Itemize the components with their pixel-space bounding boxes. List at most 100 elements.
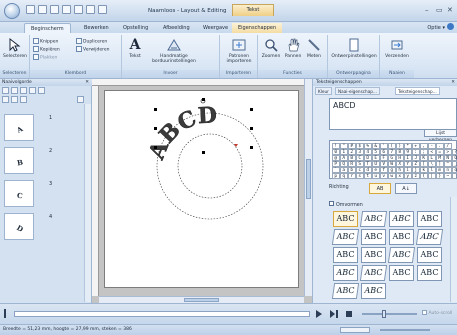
zoom-in-icon[interactable] [11, 87, 18, 94]
design-settings-button[interactable]: Ontwerpinstellingen [330, 37, 378, 59]
tab-opstelling[interactable]: Opstelling [117, 23, 154, 33]
tab-beginscherm[interactable]: Beginscherm [24, 23, 71, 33]
close-button[interactable]: ✕ [447, 6, 453, 14]
transform-checkbox-row[interactable]: Omvormen [329, 201, 363, 210]
customize-quickaccess-icon[interactable] [98, 5, 107, 14]
zoom-slider[interactable] [380, 329, 430, 331]
charmap-cell[interactable]: z [412, 173, 420, 179]
transform-shape-option[interactable]: ABC [333, 247, 358, 263]
tab-afbeelding[interactable]: Afbeelding [157, 23, 196, 33]
list-icon[interactable] [38, 87, 45, 94]
send-button[interactable]: Verzenden [382, 37, 412, 59]
auto-scroll-option[interactable]: Auto-scroll [422, 310, 452, 316]
charmap-cell[interactable]: x [396, 173, 404, 179]
text-input[interactable]: ABCD [329, 98, 457, 130]
charmap-cell[interactable]: | [428, 173, 436, 179]
charmap-cell[interactable]: { [420, 173, 428, 179]
tab-text-properties[interactable]: Teksteigenschap... [395, 87, 440, 95]
scroll-thumb[interactable] [306, 159, 311, 199]
charmap-cell[interactable]: p [332, 173, 340, 179]
charmap-cell[interactable]: r [348, 173, 356, 179]
copy-button[interactable]: Kopiëren [33, 46, 60, 54]
move-last-icon[interactable] [77, 96, 84, 103]
design-page[interactable]: ABCD [104, 90, 299, 288]
transform-shape-option[interactable]: ABC [389, 211, 414, 227]
play-icon[interactable] [315, 310, 323, 318]
sewing-order-scrollbar[interactable] [84, 104, 91, 302]
charmap-cell[interactable]: q [340, 173, 348, 179]
tab-weergave[interactable]: Weergave [197, 23, 234, 33]
charmap-cell[interactable]: y [404, 173, 412, 179]
transform-shape-option[interactable]: ABC [389, 265, 414, 281]
curved-text-object[interactable]: ABCD [105, 91, 300, 289]
charmap-cell[interactable]: v [380, 173, 388, 179]
undo-icon[interactable] [74, 5, 83, 14]
zoom-out-icon[interactable] [20, 87, 27, 94]
selection-handle[interactable] [154, 127, 157, 130]
direction-horizontal-button[interactable]: AB [369, 183, 391, 194]
zoom-button[interactable]: Zoomen [260, 37, 282, 59]
text-end-marker[interactable] [234, 144, 238, 147]
transform-shape-option[interactable]: ABC [387, 247, 416, 263]
selection-handle[interactable] [250, 108, 253, 111]
move-down-icon[interactable] [20, 96, 27, 103]
transform-shape-option[interactable]: ABC [331, 283, 360, 299]
stop-icon[interactable] [345, 310, 353, 318]
transform-shape-option[interactable]: ABC [361, 283, 386, 299]
transform-shape-option[interactable]: ABC [417, 265, 442, 281]
tab-bewerken[interactable]: Bewerken [78, 23, 115, 33]
transform-shape-option[interactable]: ABC [389, 229, 414, 245]
fit-icon[interactable] [29, 87, 36, 94]
end-icon[interactable] [330, 310, 338, 318]
tab-sew-properties[interactable]: Naai-eigenschap... [335, 87, 380, 95]
cut-button[interactable]: Knippen [33, 38, 58, 46]
transform-shape-option[interactable]: ABC [331, 229, 360, 245]
view-icon[interactable] [2, 87, 9, 94]
charmap-cell[interactable]: s [356, 173, 364, 179]
tab-eigenschappen[interactable]: Eigenschappen [232, 23, 283, 33]
speed-slider-thumb[interactable] [382, 310, 386, 318]
charmap-cell[interactable] [452, 173, 457, 179]
auto-scroll-checkbox[interactable] [422, 310, 427, 315]
selection-handle[interactable] [154, 108, 157, 111]
measure-button[interactable]: Meten [304, 37, 324, 59]
panel-close-icon[interactable]: ✕ [451, 79, 455, 86]
slider-left-icon[interactable] [4, 309, 12, 318]
charmap-cell[interactable]: u [372, 173, 380, 179]
selection-handle[interactable] [154, 146, 157, 149]
charmap-cell[interactable]: w [388, 173, 396, 179]
paste-button[interactable]: Plakken [33, 54, 57, 62]
stitch-progress-slider[interactable] [14, 311, 310, 317]
import-patterns-button[interactable]: Patronen importeren [222, 37, 256, 64]
transform-shape-option[interactable]: ABC [333, 265, 358, 281]
sewing-item[interactable]: B [4, 147, 34, 174]
canvas-vertical-scrollbar[interactable] [304, 79, 312, 296]
text-button[interactable]: A Tekst [124, 37, 146, 60]
sewing-item[interactable]: C [4, 180, 34, 207]
transform-checkbox[interactable] [329, 201, 334, 206]
transform-shape-option[interactable]: ABC [361, 247, 386, 263]
minimize-button[interactable]: – [425, 6, 429, 14]
speed-slider[interactable] [362, 310, 417, 318]
selection-handle[interactable] [250, 146, 253, 149]
transform-shape-option[interactable]: ABC [359, 265, 388, 281]
help-icon[interactable] [447, 23, 454, 30]
delete-button[interactable]: Verwijderen [76, 46, 110, 54]
select-button[interactable]: Selecteren [2, 37, 28, 59]
curved-text[interactable]: ABCD [143, 102, 218, 164]
transform-shape-option[interactable]: ABC [415, 229, 444, 245]
move-up-icon[interactable] [11, 96, 18, 103]
charmap-cell[interactable]: t [364, 173, 372, 179]
scroll-thumb[interactable] [184, 298, 219, 302]
selection-handle[interactable] [250, 127, 253, 130]
selection-handle[interactable] [202, 151, 205, 154]
open-icon[interactable] [38, 5, 47, 14]
redo-icon[interactable] [86, 5, 95, 14]
transform-shape-option[interactable]: ABC [333, 211, 358, 227]
manual-embroidery-button[interactable]: Handmatige borduurinstellingen [150, 37, 198, 64]
hide-list-button[interactable]: Lijst verbergen [424, 129, 457, 143]
transform-shape-option[interactable]: ABC [417, 247, 442, 263]
maximize-button[interactable]: ▭ [436, 6, 443, 14]
panel-close-icon[interactable]: ✕ [85, 79, 89, 86]
options-menu[interactable]: Optie ▾ [427, 23, 445, 33]
